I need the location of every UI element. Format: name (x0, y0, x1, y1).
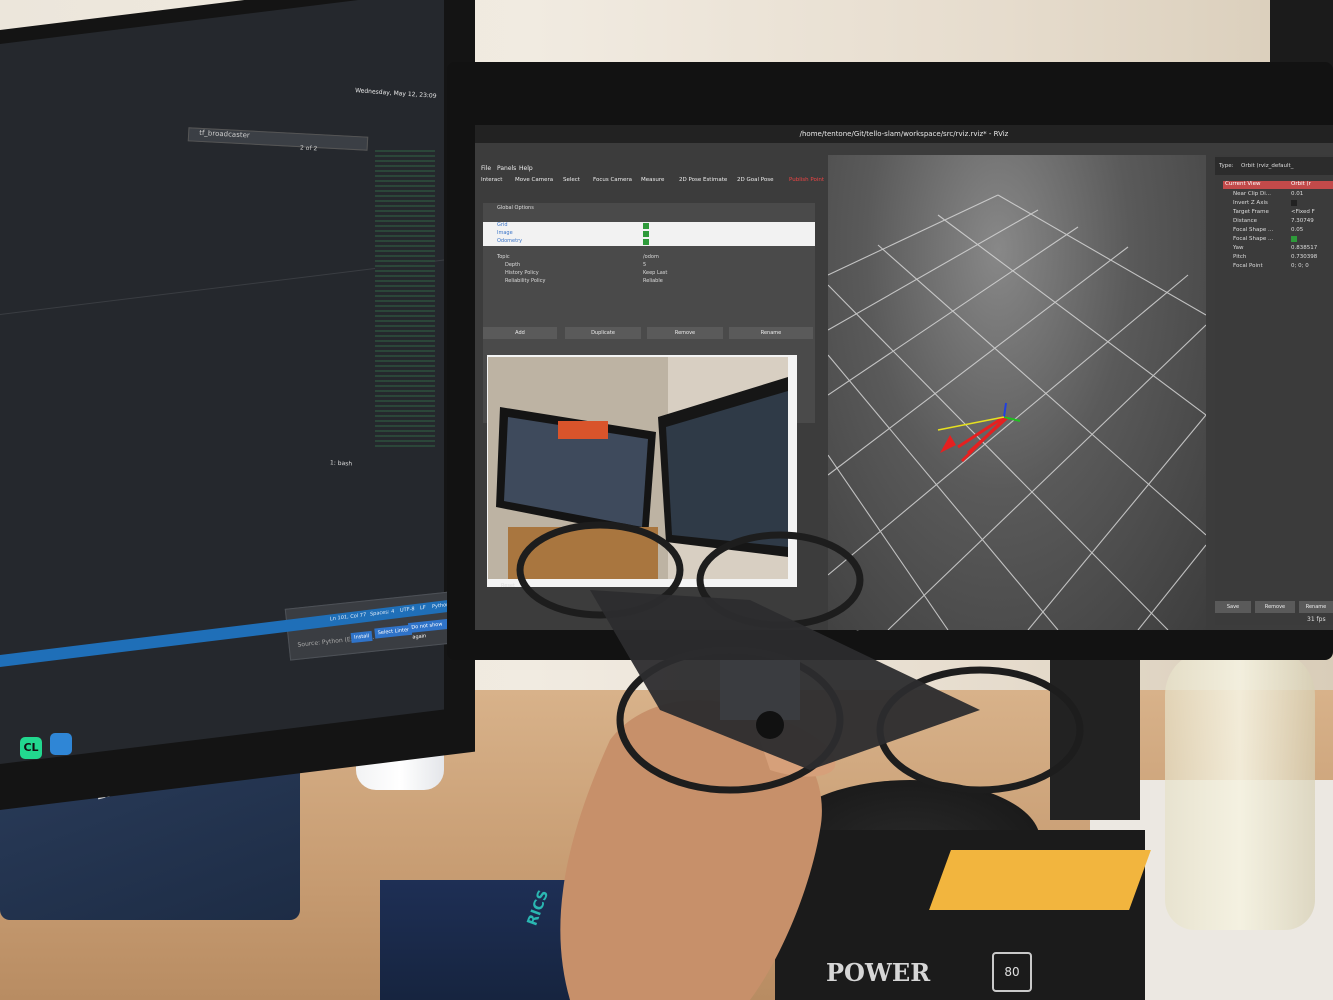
display-global-options[interactable]: Global Options (483, 205, 815, 213)
rename-display-button[interactable]: Rename (729, 327, 813, 339)
checkbox-unchecked-icon[interactable] (1291, 200, 1297, 206)
views-type-select[interactable]: Orbit (rviz_default_ (1241, 163, 1293, 169)
tello-drone (516, 521, 1084, 794)
tool-2d-goal-pose[interactable]: 2D Goal Pose (737, 177, 774, 183)
checkbox-checked-icon[interactable] (643, 231, 649, 237)
duplicate-display-button[interactable]: Duplicate (565, 327, 641, 339)
tool-publish-point[interactable]: Publish Point (789, 177, 824, 183)
find-query: tf_broadcaster (199, 128, 250, 140)
views-type-row: Type: Orbit (rviz_default_ (1215, 157, 1333, 175)
terminal-selector[interactable]: 1: bash (330, 459, 353, 467)
vscode-icon[interactable] (50, 733, 72, 755)
menu-help[interactable]: Help (519, 165, 533, 172)
display-image[interactable]: Image (483, 230, 815, 238)
prop-focal-shape-size[interactable]: Focal Shape ... 0.05 (1233, 227, 1333, 236)
find-match-count: 2 of 2 (299, 144, 318, 153)
menu-panels[interactable]: Panels (497, 165, 516, 172)
install-button[interactable]: Install (350, 630, 373, 644)
menu-file[interactable]: File (481, 165, 491, 172)
tool-measure[interactable]: Measure (641, 177, 664, 183)
taskbar: CL (0, 720, 110, 760)
tool-move-camera[interactable]: Move Camera (515, 177, 553, 183)
checkbox-checked-icon[interactable] (1291, 236, 1297, 242)
checkbox-checked-icon[interactable] (643, 223, 649, 229)
window-title: /home/tentone/Git/tello-slam/workspace/s… (475, 125, 1333, 143)
rename-view-button[interactable]: Rename (1299, 601, 1333, 613)
tool-interact[interactable]: Interact (481, 177, 502, 183)
tool-2d-pose-estimate[interactable]: 2D Pose Estimate (679, 177, 727, 183)
prop-distance[interactable]: Distance 7.30749 (1233, 218, 1333, 227)
add-display-button[interactable]: Add (483, 327, 557, 339)
tool-select[interactable]: Select (563, 177, 580, 183)
views-buttons: Save Remove Rename (1215, 601, 1333, 613)
display-odometry[interactable]: Odometry (483, 238, 815, 246)
psu-efficiency-badge: 80 (992, 952, 1032, 992)
indentation[interactable]: Spaces: 4 (370, 609, 394, 618)
prop-focal-shape-fixed[interactable]: Focal Shape ... (1233, 236, 1333, 245)
clion-icon[interactable]: CL (20, 737, 42, 759)
prop-pitch[interactable]: Pitch 0.730398 (1233, 254, 1333, 263)
display-grid[interactable]: Grid (483, 222, 815, 230)
checkbox-checked-icon[interactable] (643, 239, 649, 245)
line-ending[interactable]: LF (420, 605, 426, 612)
cursor-position[interactable]: Ln 101, Col 77 (330, 612, 366, 622)
views-panel: Type: Orbit (rviz_default_ Current View … (1215, 155, 1333, 625)
prop-near-clip[interactable]: Near Clip Di... 0.01 (1233, 191, 1333, 200)
select-linter-button[interactable]: Select Linter (374, 624, 413, 639)
odometry-arrows (937, 402, 1021, 463)
save-view-button[interactable]: Save (1215, 601, 1251, 613)
tools-toolbar: Interact Move Camera Select Focus Camera… (475, 173, 855, 189)
tool-focus-camera[interactable]: Focus Camera (593, 177, 632, 183)
prop-invert-z[interactable]: Invert Z Axis (1233, 200, 1333, 209)
psu-box-top (929, 850, 1151, 910)
prop-depth[interactable]: Depth 5 (483, 262, 815, 270)
current-view-row[interactable]: Current View Orbit (r (1223, 181, 1333, 189)
prop-focal-point[interactable]: Focal Point 0; 0; 0 (1233, 263, 1333, 272)
fps-counter: 31 fps (1307, 616, 1326, 623)
display-buttons: Add Duplicate Remove Rename (483, 327, 815, 339)
prop-target-frame[interactable]: Target Frame <Fixed F (1233, 209, 1333, 218)
prop-history-policy[interactable]: History Policy Keep Last (483, 270, 815, 278)
views-type-label: Type: (1219, 163, 1234, 169)
prop-yaw[interactable]: Yaw 0.838517 (1233, 245, 1333, 254)
encoding[interactable]: UTF-8 (400, 606, 415, 614)
prop-reliability-policy[interactable]: Reliability Policy Reliable (483, 278, 815, 286)
prop-topic[interactable]: Topic /odom (483, 254, 815, 262)
code-minimap[interactable] (375, 150, 435, 450)
remove-display-button[interactable]: Remove (647, 327, 723, 339)
remove-view-button[interactable]: Remove (1255, 601, 1295, 613)
plastic-bottle (1165, 650, 1315, 930)
